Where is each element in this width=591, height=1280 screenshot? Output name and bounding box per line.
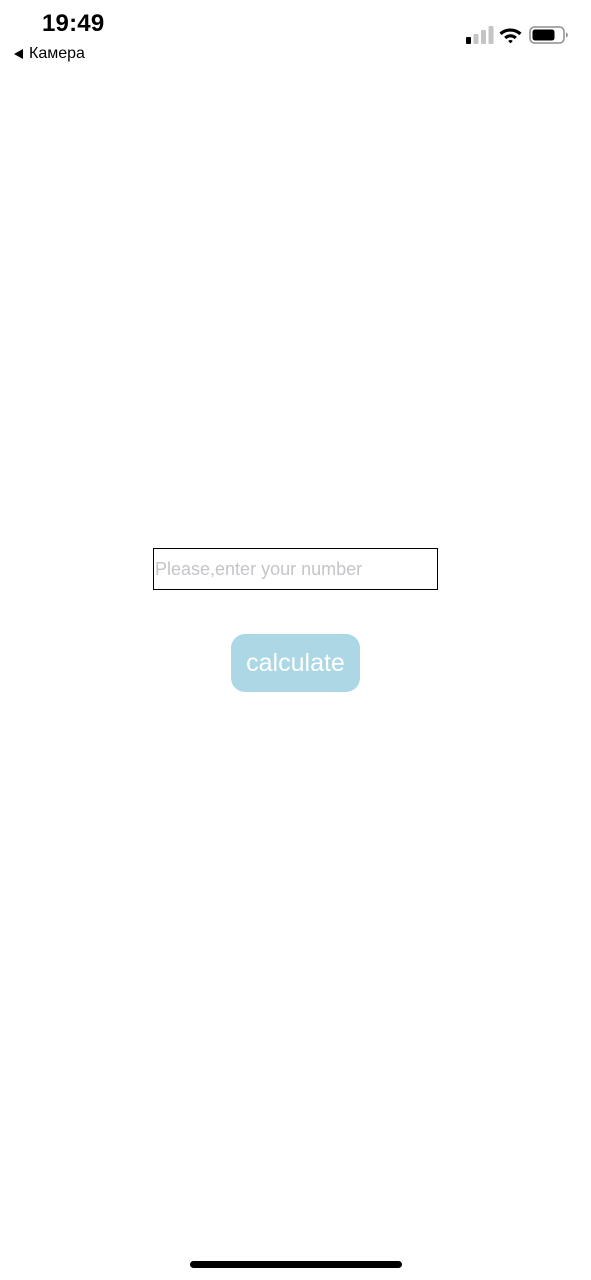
wifi-icon [499, 28, 522, 44]
back-triangle-icon [14, 49, 23, 59]
status-time: 19:49 [42, 10, 105, 37]
back-link-label: Камера [29, 45, 85, 62]
status-bar: 19:49 Камера [0, 0, 591, 70]
cellular-signal-icon [466, 26, 494, 44]
battery-icon [529, 26, 568, 44]
home-indicator[interactable] [190, 1261, 402, 1268]
back-to-camera-link[interactable]: Камера [14, 44, 85, 64]
number-input[interactable] [153, 548, 438, 590]
calculate-button[interactable]: calculate [231, 634, 360, 692]
